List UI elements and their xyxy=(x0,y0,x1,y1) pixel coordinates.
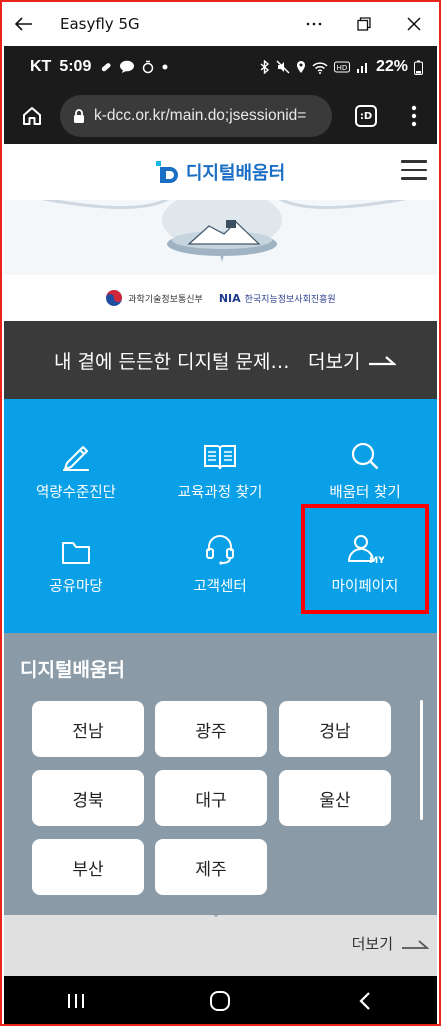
url-text: k-dcc.or.kr/main.do;jsessionid= xyxy=(94,107,307,124)
ministry-logo: 과학기술정보통신부 xyxy=(105,289,203,307)
lock-icon xyxy=(74,109,84,123)
back-nav-icon[interactable] xyxy=(335,979,395,1023)
battery-icon xyxy=(414,60,423,75)
partner-logos: 과학기술정보통신부 NIA 한국지능정보사회진흥원 xyxy=(4,275,437,321)
quickmenu-label: 교육과정 찾기 xyxy=(177,485,263,501)
pill-icon xyxy=(102,63,111,72)
centers-footer: 더보기 xyxy=(4,915,437,976)
region-button-gwangju[interactable]: 광주 xyxy=(155,701,267,757)
quickmenu-item-support[interactable]: 고객센터 xyxy=(148,519,292,611)
mute-icon xyxy=(276,60,290,74)
carrier-label: KT xyxy=(30,58,52,75)
web-content: 디지털배움터 과학기술정보통신부 NIA 한국지능정보사회진흥원 내 곁에 든든… xyxy=(4,144,437,976)
wifi-icon xyxy=(312,61,328,74)
clock: 5:09 xyxy=(59,58,92,75)
quickmenu-item-courses[interactable]: 교육과정 찾기 xyxy=(148,425,292,517)
region-scrollbar[interactable] xyxy=(420,700,423,820)
window-title: Easyfly 5G xyxy=(60,15,140,33)
quickmenu-item-sharing[interactable]: 공유마당 xyxy=(4,519,148,611)
talk-icon xyxy=(120,60,135,73)
quickmenu-label: 공유마당 xyxy=(49,579,103,595)
quickmenu-label: 고객센터 xyxy=(193,579,247,595)
dot-icon xyxy=(162,64,168,70)
centers-section: 디지털배움터 전남 광주 경남 경북 대구 울산 부산 제주 더보기 xyxy=(4,633,437,976)
location-icon xyxy=(296,61,305,73)
home-nav-icon[interactable] xyxy=(190,979,250,1023)
centers-more-label: 더보기 xyxy=(351,935,393,953)
window-frame: Easyfly 5G KT 5:09 HD 22% k-dcc.or.kr/ma… xyxy=(0,0,441,1026)
region-button-daegu[interactable]: 대구 xyxy=(155,770,267,826)
region-button-busan[interactable]: 부산 xyxy=(32,839,144,895)
url-field[interactable]: k-dcc.or.kr/main.do;jsessionid= xyxy=(60,95,332,137)
home-icon[interactable] xyxy=(10,94,54,138)
browser-menu-icon[interactable] xyxy=(396,94,432,138)
tab-count: :D xyxy=(355,105,377,127)
pencil-icon xyxy=(63,446,89,471)
highlight-box xyxy=(301,504,429,614)
region-button-ulsan[interactable]: 울산 xyxy=(279,770,391,826)
notification-icons xyxy=(99,60,169,74)
site-header: 디지털배움터 xyxy=(4,144,437,200)
headset-icon xyxy=(206,535,234,565)
battery-percent: 22% xyxy=(375,58,408,75)
browser-toolbar: k-dcc.or.kr/main.do;jsessionid= :D xyxy=(4,88,437,144)
centers-title: 디지털배움터 xyxy=(20,659,125,681)
logo-text: 디지털배움터 xyxy=(185,163,286,184)
region-button-jeju[interactable]: 제주 xyxy=(155,839,267,895)
bluetooth-icon xyxy=(260,60,270,74)
notice-more-label: 더보기 xyxy=(308,350,361,373)
search-icon xyxy=(351,442,379,470)
nia-name: 한국지능정보사회진흥원 xyxy=(244,294,336,305)
quickmenu-item-assessment[interactable]: 역량수준진단 xyxy=(4,425,148,517)
section-pointer xyxy=(202,903,230,917)
timer-icon xyxy=(143,60,154,74)
android-navbar xyxy=(4,976,437,1024)
quickmenu-label: 역량수준진단 xyxy=(35,485,117,501)
more-icon[interactable] xyxy=(289,2,339,46)
status-bar: KT 5:09 HD 22% xyxy=(4,46,437,88)
hamburger-menu-icon[interactable] xyxy=(401,160,427,182)
ministry-name: 과학기술정보통신부 xyxy=(128,294,203,305)
region-button-gyeongbuk[interactable]: 경북 xyxy=(32,770,144,826)
folder-icon xyxy=(62,542,90,564)
svg-text:HD: HD xyxy=(337,64,348,72)
recent-apps-icon[interactable] xyxy=(46,979,106,1023)
region-button-jeonnam[interactable]: 전남 xyxy=(32,701,144,757)
close-icon[interactable] xyxy=(389,2,439,46)
notice-more-link[interactable]: 더보기 xyxy=(308,347,397,374)
notice-banner[interactable]: 내 곁에 든든한 디지털 문제… 더보기 xyxy=(4,321,437,399)
back-arrow-icon[interactable] xyxy=(2,2,46,46)
restore-icon[interactable] xyxy=(339,2,389,46)
quickmenu-label: 배움터 찾기 xyxy=(329,485,401,501)
nia-mark: NIA xyxy=(218,291,241,305)
arrow-right-icon xyxy=(402,939,429,949)
notice-text[interactable]: 내 곁에 든든한 디지털 문제… xyxy=(54,347,294,374)
phone-screen: KT 5:09 HD 22% k-dcc.or.kr/main.do;jsess… xyxy=(4,46,437,1024)
signal-icon xyxy=(356,63,367,73)
book-icon xyxy=(204,445,236,470)
nia-logo: NIA 한국지능정보사회진흥원 xyxy=(219,292,336,305)
window-titlebar: Easyfly 5G xyxy=(2,2,439,46)
system-icons: HD 22% xyxy=(260,58,423,76)
hero-banner-image xyxy=(4,200,437,275)
region-button-gyeongnam[interactable]: 경남 xyxy=(279,701,391,757)
arrow-right-icon xyxy=(369,356,397,366)
centers-more-link[interactable]: 더보기 xyxy=(352,933,429,954)
tab-switcher-button[interactable]: :D xyxy=(344,94,388,138)
taegeuk-icon xyxy=(106,290,123,306)
logo-mark-icon xyxy=(155,161,178,183)
hd-icon: HD xyxy=(333,61,350,73)
site-logo[interactable]: 디지털배움터 xyxy=(155,159,286,185)
